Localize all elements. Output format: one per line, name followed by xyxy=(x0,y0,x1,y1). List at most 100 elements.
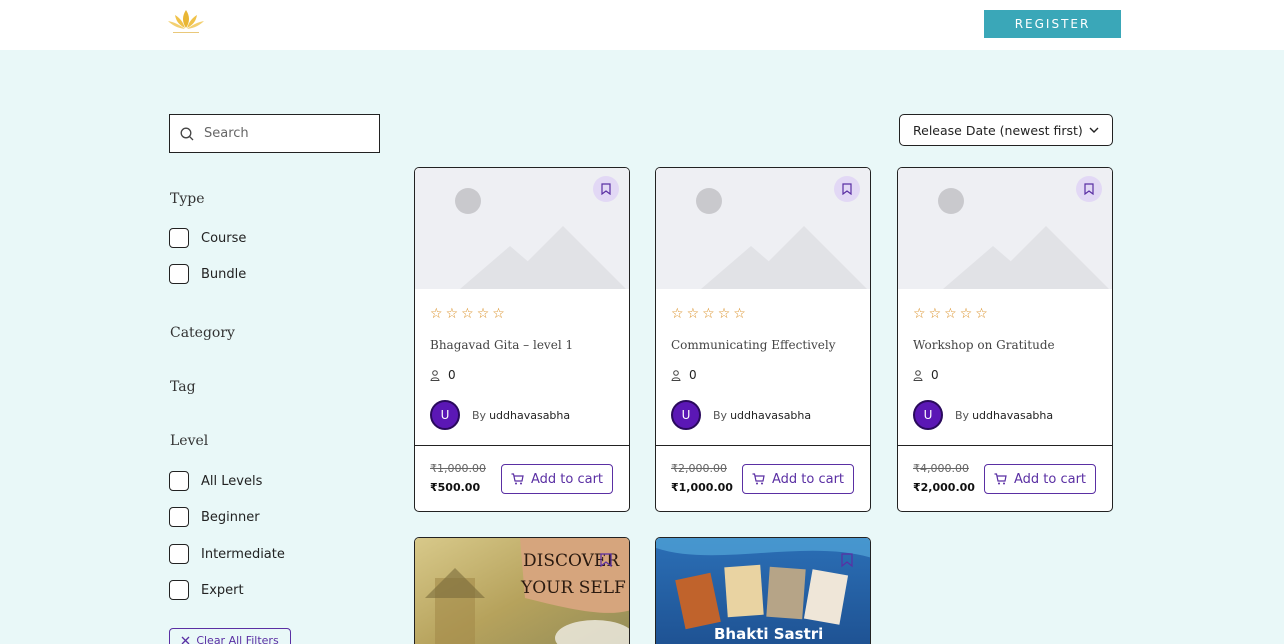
avatar[interactable]: U xyxy=(430,400,460,430)
sort-selected-value: Release Date (newest first) xyxy=(913,122,1083,138)
expert-checkbox[interactable] xyxy=(169,580,189,600)
course-author: U By uddhavasabha xyxy=(430,400,570,430)
search-field[interactable] xyxy=(169,114,380,153)
site-header: REGISTER xyxy=(0,0,1284,50)
by-label: By xyxy=(955,408,970,422)
star-rating: ☆ ☆ ☆ ☆ ☆ xyxy=(430,307,505,321)
course-thumbnail-image[interactable]: Bhakti Sastri xyxy=(656,538,871,644)
all-levels-label: All Levels xyxy=(201,473,263,489)
by-label: By xyxy=(713,408,728,422)
search-icon xyxy=(170,115,204,152)
beginner-label: Beginner xyxy=(201,509,260,525)
course-card[interactable]: ☆ ☆ ☆ ☆ ☆ Workshop on Gratitude 0 U By uddha… xyxy=(897,167,1113,512)
sale-price: ₹500.00 xyxy=(430,481,481,494)
student-count: 0 xyxy=(913,368,939,382)
sale-price: ₹2,000.00 xyxy=(913,481,975,494)
course-card[interactable]: Bhakti Sastri xyxy=(655,537,871,644)
wishlist-button[interactable] xyxy=(593,176,619,202)
course-author: U By uddhavasabha xyxy=(913,400,1053,430)
star-icon: ☆ xyxy=(445,306,459,322)
register-button[interactable]: REGISTER xyxy=(984,10,1121,38)
add-to-cart-label: Add to cart xyxy=(1013,471,1087,487)
star-rating: ☆ ☆ ☆ ☆ ☆ xyxy=(671,307,746,321)
filter-option-course[interactable]: Course xyxy=(169,228,246,248)
yourself-text: YOUR SELF xyxy=(520,578,626,598)
original-price: ₹1,000.00 xyxy=(430,462,486,475)
card-divider xyxy=(656,445,870,446)
expert-label: Expert xyxy=(201,582,244,598)
search-input[interactable] xyxy=(204,126,364,141)
star-icon: ☆ xyxy=(430,306,443,322)
add-to-cart-button[interactable]: Add to cart xyxy=(501,464,613,494)
course-card[interactable]: ☆ ☆ ☆ ☆ ☆ Communicating Effectively 0 U By u… xyxy=(655,167,871,512)
star-icon: ☆ xyxy=(461,306,474,322)
student-count: 0 xyxy=(430,368,456,382)
beginner-checkbox[interactable] xyxy=(169,507,189,527)
clear-filters-button[interactable]: Clear All Filters xyxy=(169,628,291,644)
student-count-value: 0 xyxy=(689,368,697,382)
cart-icon xyxy=(511,473,524,485)
avatar[interactable]: U xyxy=(671,400,701,430)
original-price: ₹4,000.00 xyxy=(913,462,969,475)
add-to-cart-label: Add to cart xyxy=(530,471,604,487)
star-rating: ☆ ☆ ☆ ☆ ☆ xyxy=(913,307,988,321)
course-title[interactable]: Workshop on Gratitude xyxy=(913,338,1055,352)
star-icon: ☆ xyxy=(959,306,973,322)
bundle-checkbox[interactable] xyxy=(169,264,189,284)
user-icon xyxy=(913,369,923,381)
course-author: U By uddhavasabha xyxy=(671,400,811,430)
course-label: Course xyxy=(201,230,247,246)
course-title[interactable]: Communicating Effectively xyxy=(671,338,835,352)
star-icon: ☆ xyxy=(928,306,942,322)
sort-select[interactable]: Release Date (newest first) xyxy=(899,114,1113,146)
add-to-cart-label: Add to cart xyxy=(771,471,845,487)
course-card[interactable]: ☆ ☆ ☆ ☆ ☆ Bhagavad Gita – level 1 0 U By udd… xyxy=(414,167,630,512)
author-name[interactable]: uddhavasabha xyxy=(489,409,570,422)
course-title[interactable]: Bhagavad Gita – level 1 xyxy=(430,338,573,352)
avatar[interactable]: U xyxy=(913,400,943,430)
chevron-down-icon xyxy=(1089,127,1099,133)
author-name[interactable]: uddhavasabha xyxy=(730,409,811,422)
filter-option-expert[interactable]: Expert xyxy=(169,580,244,600)
by-label: By xyxy=(472,408,487,422)
star-icon: ☆ xyxy=(476,306,490,322)
user-icon xyxy=(430,369,440,381)
filter-option-beginner[interactable]: Beginner xyxy=(169,507,260,527)
intermediate-label: Intermediate xyxy=(201,546,285,562)
star-icon: ☆ xyxy=(944,306,957,322)
bookmark-icon xyxy=(842,183,852,195)
star-icon: ☆ xyxy=(717,306,731,322)
card-divider xyxy=(898,445,1112,446)
cart-icon xyxy=(752,473,765,485)
filter-option-intermediate[interactable]: Intermediate xyxy=(169,544,285,564)
lotus-logo-icon[interactable] xyxy=(165,6,207,40)
course-checkbox[interactable] xyxy=(169,228,189,248)
star-icon: ☆ xyxy=(913,306,926,322)
course-thumbnail-image[interactable]: DISCOVER YOUR SELF xyxy=(415,538,630,644)
add-to-cart-button[interactable]: Add to cart xyxy=(742,464,854,494)
wishlist-button[interactable] xyxy=(1076,176,1102,202)
user-icon xyxy=(671,369,681,381)
tag-filter-heading[interactable]: Tag xyxy=(170,379,196,395)
bookmark-icon xyxy=(601,183,611,195)
star-icon: ☆ xyxy=(686,306,700,322)
star-icon: ☆ xyxy=(702,306,715,322)
type-filter-heading: Type xyxy=(170,191,205,207)
wishlist-button[interactable] xyxy=(834,176,860,202)
student-count-value: 0 xyxy=(931,368,939,382)
category-filter-heading[interactable]: Category xyxy=(170,325,235,341)
card-divider xyxy=(415,445,629,446)
bookmark-icon xyxy=(1084,183,1094,195)
level-filter-heading: Level xyxy=(170,433,209,449)
author-name[interactable]: uddhavasabha xyxy=(972,409,1053,422)
all-levels-checkbox[interactable] xyxy=(169,471,189,491)
close-icon xyxy=(181,636,190,644)
clear-filters-label: Clear All Filters xyxy=(196,633,279,644)
sale-price: ₹1,000.00 xyxy=(671,481,733,494)
add-to-cart-button[interactable]: Add to cart xyxy=(984,464,1096,494)
filter-option-all-levels[interactable]: All Levels xyxy=(169,471,262,491)
filter-option-bundle[interactable]: Bundle xyxy=(169,264,246,284)
star-icon: ☆ xyxy=(671,306,684,322)
course-card[interactable]: DISCOVER YOUR SELF xyxy=(414,537,630,644)
intermediate-checkbox[interactable] xyxy=(169,544,189,564)
